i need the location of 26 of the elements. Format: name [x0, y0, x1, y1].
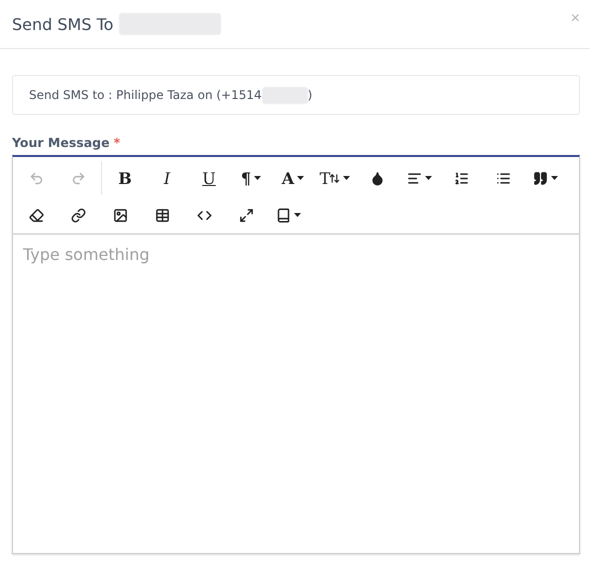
ordered-icon: [454, 170, 468, 186]
quote-icon: [532, 170, 548, 186]
recipient-text: Send SMS to : Philippe Taza on (+1514: [29, 88, 262, 102]
undo-icon: [28, 170, 44, 186]
expand-icon: [238, 208, 254, 222]
size-dropdown[interactable]: T: [314, 162, 356, 194]
dialog-title: Send SMS To: [12, 14, 114, 34]
bold-button[interactable]: B: [104, 162, 146, 194]
align-icon: [406, 170, 422, 186]
bullets-icon: [496, 170, 510, 186]
arrows-icon: [329, 172, 340, 184]
book-icon: [276, 208, 290, 222]
table-icon: [154, 208, 170, 222]
image-icon: [112, 208, 128, 222]
italic-button[interactable]: I: [146, 162, 188, 194]
message-label: Your Message: [12, 135, 110, 150]
placeholder-text: Type something: [23, 245, 150, 264]
redo-icon: [70, 170, 86, 186]
eraser-icon: [28, 208, 44, 222]
font-dropdown[interactable]: A: [272, 162, 314, 194]
color-icon: [370, 170, 384, 186]
link-icon: [70, 208, 86, 222]
underline-button[interactable]: U: [188, 162, 230, 194]
required-mark: *: [114, 135, 120, 150]
recipient-suffix: ): [308, 88, 312, 102]
paragraph-dropdown[interactable]: ¶: [230, 162, 272, 194]
